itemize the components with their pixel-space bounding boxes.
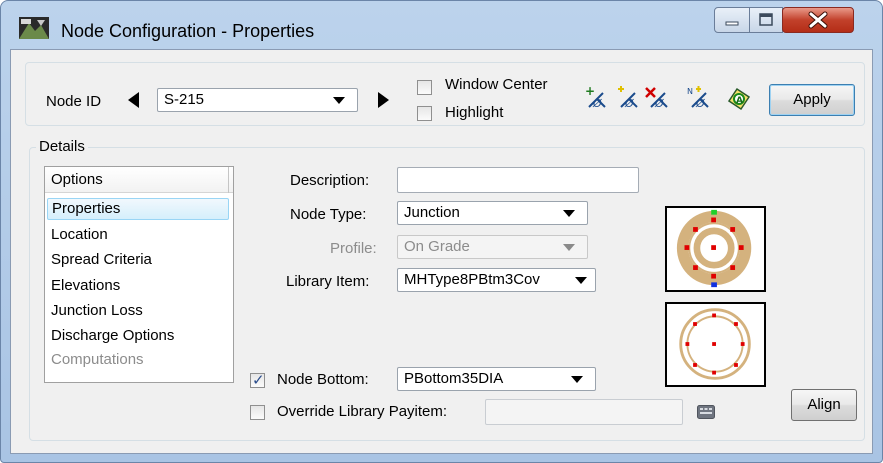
highlight-label: Highlight (445, 104, 504, 121)
node-top-view-preview (665, 206, 766, 292)
node-report-icon[interactable]: A (725, 85, 753, 113)
highlight-checkbox[interactable] (417, 106, 432, 121)
minimize-icon (725, 21, 739, 26)
override-payitem-label: Override Library Payitem: (277, 403, 448, 420)
column-separator (228, 167, 229, 193)
override-payitem-checkbox[interactable] (250, 405, 265, 420)
manhole-app-icon (19, 17, 49, 39)
next-node-icon[interactable] (378, 92, 389, 108)
svg-text:Ø: Ø (592, 97, 602, 110)
previous-node-icon[interactable] (128, 92, 139, 108)
add-node-icon[interactable]: + Ø (583, 85, 611, 113)
options-header-label: Options (51, 171, 103, 188)
node-id-combo[interactable]: S-215 (157, 88, 358, 112)
select-node-icon[interactable]: Ø (615, 85, 643, 113)
library-item-combo[interactable]: MHType8PBtm3Cov (397, 268, 596, 292)
node-type-value: Junction (404, 204, 460, 221)
option-item-computations: Computations (51, 351, 144, 368)
node-bottom-label: Node Bottom: (277, 371, 369, 388)
node-bottom-value: PBottom35DIA (404, 370, 504, 387)
option-item-discharge-options[interactable]: Discharge Options (51, 327, 174, 344)
options-column-header[interactable]: Options (45, 167, 233, 193)
maximize-button[interactable] (749, 7, 783, 33)
node-bottom-view-preview (665, 302, 766, 387)
keyboard-browse-icon[interactable] (697, 405, 715, 419)
chevron-down-icon (571, 376, 583, 383)
renumber-node-icon[interactable]: N Ø (686, 85, 714, 113)
description-label: Description: (290, 172, 370, 189)
node-bottom-checkbox[interactable] (250, 371, 265, 389)
option-item-properties[interactable]: Properties (47, 198, 229, 220)
chevron-down-icon (563, 210, 575, 217)
option-item-elevations[interactable]: Elevations (51, 277, 120, 294)
node-id-value: S-215 (164, 91, 205, 108)
close-button[interactable] (782, 7, 854, 33)
library-item-value: MHType8PBtm3Cov (404, 271, 540, 288)
apply-button[interactable]: Apply (769, 84, 855, 116)
library-item-label: Library Item: (286, 273, 370, 290)
window-center-label: Window Center (445, 76, 548, 93)
title-bar[interactable]: Node Configuration - Properties (1, 1, 882, 49)
align-button[interactable]: Align (791, 389, 857, 421)
description-input[interactable] (397, 167, 639, 193)
details-group-label: Details (36, 138, 88, 155)
profile-combo: On Grade (397, 235, 588, 259)
window-center-checkbox[interactable] (417, 80, 432, 95)
profile-label: Profile: (330, 240, 377, 257)
chevron-down-icon (563, 244, 575, 251)
node-type-combo[interactable]: Junction (397, 201, 588, 225)
chevron-down-icon (575, 277, 587, 284)
node-type-label: Node Type: (290, 206, 367, 223)
option-item-location[interactable]: Location (51, 226, 108, 243)
window-title: Node Configuration - Properties (61, 21, 315, 41)
chevron-down-icon (333, 97, 345, 104)
node-id-label: Node ID (46, 93, 102, 110)
svg-text:A: A (736, 96, 743, 106)
svg-text:Ø: Ø (695, 97, 705, 110)
options-listbox[interactable]: Options Properties Location Spread Crite… (44, 166, 234, 383)
option-item-spread-criteria[interactable]: Spread Criteria (51, 251, 152, 268)
option-item-junction-loss[interactable]: Junction Loss (51, 302, 143, 319)
svg-text:Ø: Ø (654, 97, 664, 110)
svg-text:N: N (687, 87, 693, 96)
delete-node-icon[interactable]: Ø (645, 85, 673, 113)
close-icon (808, 11, 828, 29)
override-payitem-input (485, 399, 683, 425)
maximize-icon (759, 13, 773, 26)
node-bottom-combo[interactable]: PBottom35DIA (397, 367, 596, 391)
profile-value: On Grade (404, 238, 470, 255)
minimize-button[interactable] (714, 7, 750, 33)
svg-text:Ø: Ø (624, 97, 634, 110)
